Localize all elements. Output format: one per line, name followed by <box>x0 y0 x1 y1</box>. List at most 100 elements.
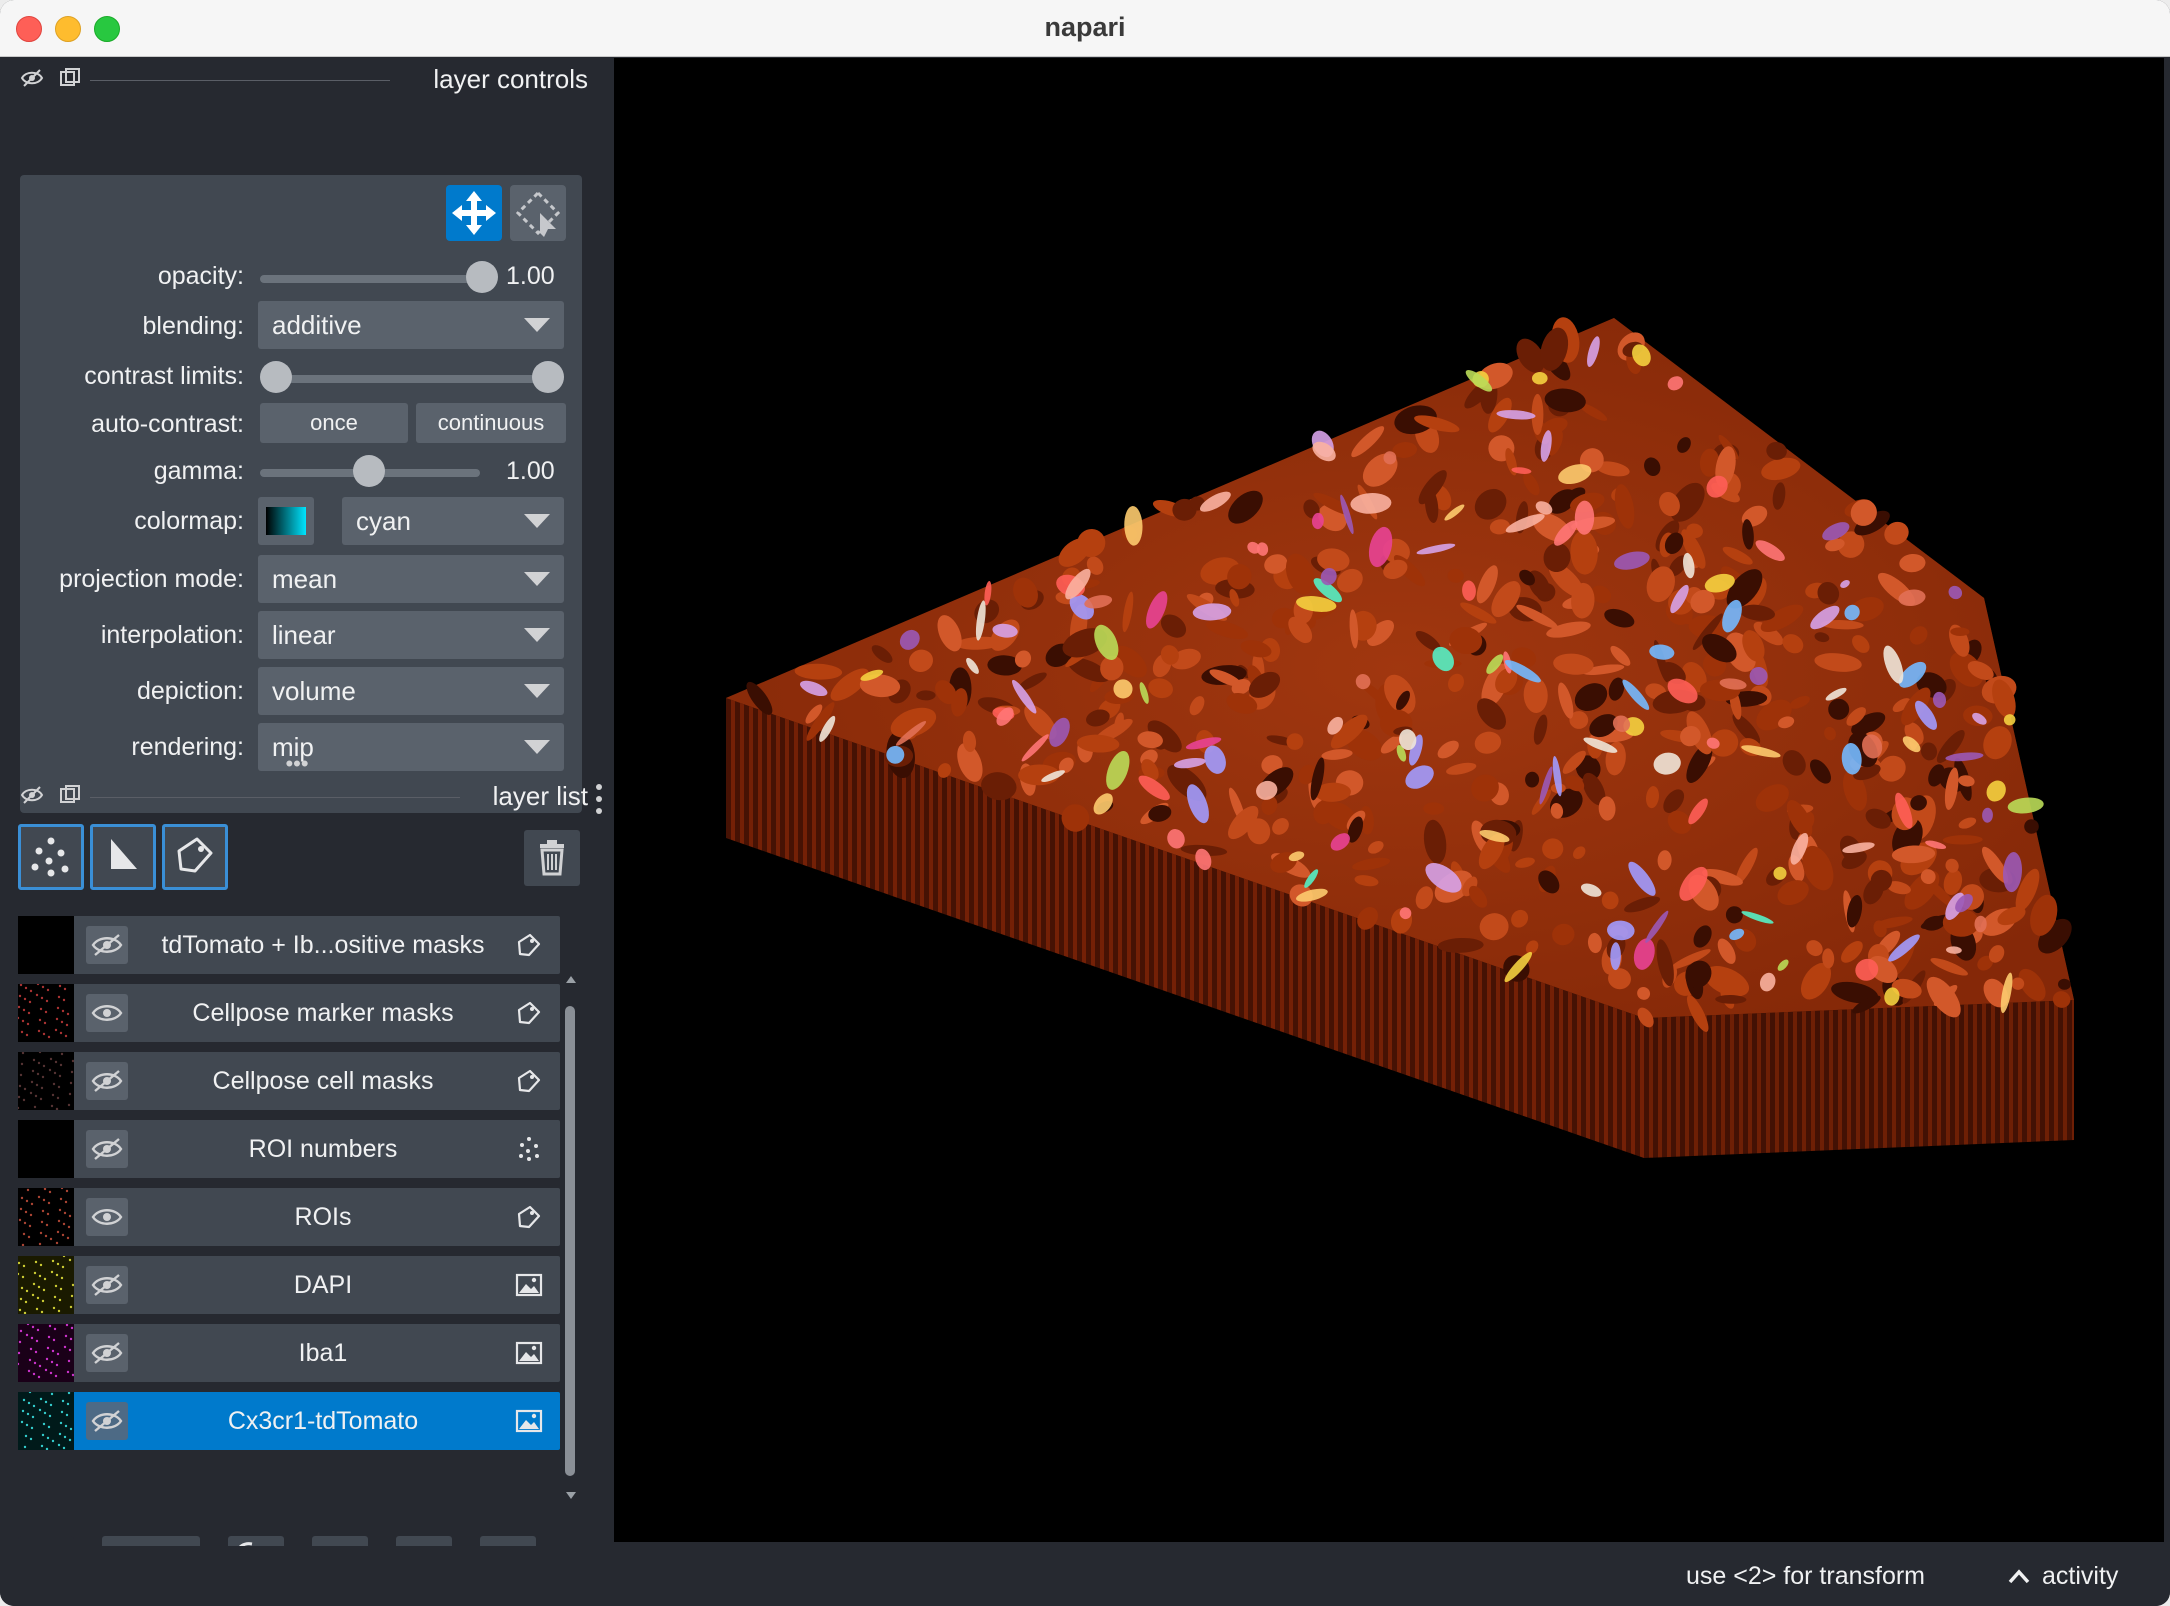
status-hint: use <2> for transform <box>1686 1562 1926 1590</box>
chevron-down-icon <box>524 684 550 698</box>
window-title: napari <box>1044 12 1126 42</box>
contrast-limits-label: contrast limits: <box>84 362 244 390</box>
auto-contrast-once-button[interactable]: once <box>260 403 408 443</box>
layer-visibility-toggle[interactable] <box>86 994 128 1032</box>
layer-name: DAPI <box>293 1271 353 1299</box>
chevron-down-icon <box>524 572 550 586</box>
scroll-up-icon[interactable] <box>566 976 576 983</box>
shapes-icon <box>111 839 137 869</box>
opacity-value: 1.00 <box>506 262 555 290</box>
labels-icon <box>514 930 544 960</box>
chevron-down-icon <box>524 740 550 754</box>
chevron-down-icon <box>524 628 550 642</box>
layer-row[interactable]: ROIs <box>18 1186 560 1247</box>
eye-slash-icon <box>91 1138 123 1160</box>
image-icon <box>514 1338 544 1368</box>
projection-mode-label: projection mode: <box>59 565 244 593</box>
layer-thumbnail <box>18 1390 74 1451</box>
new-shapes-layer-button[interactable] <box>90 824 156 890</box>
rendering-label: rendering: <box>131 733 244 761</box>
contrast-limits-track[interactable] <box>266 375 556 383</box>
gamma-value: 1.00 <box>506 457 555 485</box>
layer-row[interactable]: Iba1 <box>16 1322 560 1382</box>
layer-name: Cellpose marker masks <box>192 999 454 1027</box>
gamma-label: gamma: <box>153 457 244 485</box>
layer-thumbnail <box>16 1254 75 1315</box>
layer-controls-header: layer controls <box>18 58 588 102</box>
transform-mode-button[interactable] <box>446 185 502 241</box>
layer-visibility-toggle[interactable] <box>86 1198 128 1236</box>
move-arrows-icon <box>452 191 496 235</box>
colormap-gradient-swatch <box>266 507 306 535</box>
colormap-dropdown[interactable]: cyan <box>342 497 564 545</box>
float-panel-icon[interactable] <box>58 66 82 90</box>
layer-list-menu-icon[interactable] <box>596 784 604 818</box>
chevron-down-icon <box>524 514 550 528</box>
viewer-canvas[interactable] <box>614 58 2164 1542</box>
layer-thumbnail <box>16 1050 75 1111</box>
3d-volume-rendering <box>726 317 2074 1158</box>
layer-row[interactable]: Cx3cr1-tdTomato <box>18 1390 560 1451</box>
layer-visibility-toggle[interactable] <box>86 1402 128 1440</box>
layer-visibility-toggle[interactable] <box>86 1266 128 1304</box>
auto-contrast-continuous-button[interactable]: continuous <box>416 403 566 443</box>
depiction-value: volume <box>272 676 356 706</box>
float-panel-icon[interactable] <box>58 783 82 807</box>
scroll-down-icon[interactable] <box>566 1492 576 1499</box>
layer-visibility-toggle[interactable] <box>86 1130 128 1168</box>
layer-thumbnail <box>16 982 74 1042</box>
layer-list-scrollbar[interactable] <box>563 976 577 1506</box>
layer-name: ROIs <box>294 1203 352 1231</box>
layer-row[interactable]: DAPI <box>16 1254 560 1315</box>
layer-row[interactable]: ROI numbers <box>18 1120 560 1178</box>
new-labels-layer-button[interactable] <box>162 824 228 890</box>
new-points-layer-button[interactable] <box>18 824 84 890</box>
eye-slash-icon <box>91 1342 123 1364</box>
layer-row[interactable]: tdTomato + Ib...ositive masks <box>18 916 560 974</box>
projection-mode-value: mean <box>272 564 338 594</box>
layer-visibility-toggle[interactable] <box>86 1334 128 1372</box>
delete-layer-button[interactable] <box>524 830 580 886</box>
layer-thumbnail <box>18 1120 74 1178</box>
eye-icon <box>91 1005 123 1021</box>
eye-slash-icon <box>91 1274 123 1296</box>
layer-visibility-toggle[interactable] <box>86 926 128 964</box>
opacity-slider-track[interactable] <box>260 275 480 283</box>
labels-icon <box>514 1066 544 1096</box>
layer-visibility-toggle[interactable] <box>86 1062 128 1100</box>
layer-name: Cellpose cell masks <box>212 1067 434 1095</box>
select-mode-button[interactable] <box>510 185 566 241</box>
labels-icon <box>514 1202 544 1232</box>
contrast-min-handle[interactable] <box>260 361 292 393</box>
blending-dropdown[interactable]: additive <box>258 301 564 349</box>
status-bar: use <2> for transform activity <box>0 1546 2170 1606</box>
activity-label: activity <box>2042 1562 2119 1590</box>
layer-thumbnail <box>16 1322 75 1382</box>
blending-value: additive <box>272 310 362 340</box>
eye-slash-icon[interactable] <box>20 783 44 807</box>
depiction-dropdown[interactable]: volume <box>258 667 564 715</box>
layer-row[interactable]: Cellpose marker masks <box>16 982 560 1042</box>
eye-slash-icon[interactable] <box>20 66 44 90</box>
contrast-max-handle[interactable] <box>532 361 564 393</box>
colormap-swatch-button[interactable] <box>258 497 314 545</box>
layer-name: ROI numbers <box>248 1135 398 1163</box>
interpolation-dropdown[interactable]: linear <box>258 611 564 659</box>
interpolation-label: interpolation: <box>100 621 244 649</box>
layer-list-title: layer list <box>492 781 588 811</box>
interpolation-value: linear <box>272 620 336 650</box>
colormap-value: cyan <box>356 506 411 536</box>
layer-name: Iba1 <box>298 1339 348 1367</box>
layer-name: tdTomato + Ib...ositive masks <box>161 931 485 959</box>
scroll-thumb[interactable] <box>565 1006 575 1476</box>
opacity-slider-handle[interactable] <box>466 261 498 293</box>
eye-slash-icon <box>91 1410 123 1432</box>
gamma-slider-handle[interactable] <box>352 455 385 487</box>
left-dock: layer controls opacity: 1.00 blending: a… <box>0 58 612 1592</box>
splitter-handle[interactable]: ••• <box>282 753 312 775</box>
labels-icon <box>514 998 544 1028</box>
layer-row[interactable]: Cellpose cell masks <box>16 1050 560 1111</box>
layer-thumbnail <box>18 1186 74 1247</box>
projection-mode-dropdown[interactable]: mean <box>258 555 564 603</box>
layer-list-header: layer list <box>18 775 588 819</box>
